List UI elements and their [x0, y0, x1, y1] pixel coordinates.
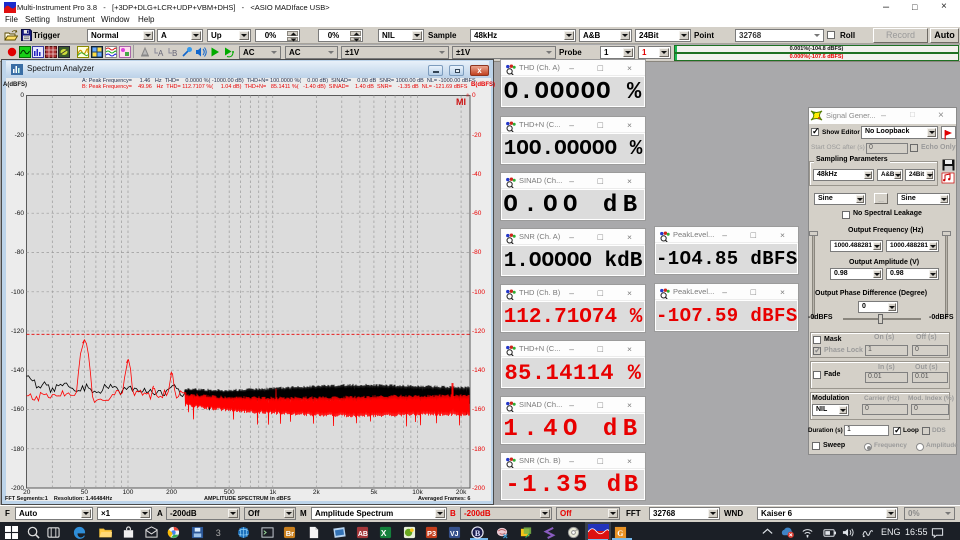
svg-text:AB: AB — [358, 531, 368, 538]
svg-text:P3: P3 — [427, 529, 436, 538]
svg-text:3: 3 — [216, 528, 221, 538]
svg-text:VJ: VJ — [450, 531, 459, 538]
svg-text:MI: MI — [456, 97, 466, 107]
svg-text:B: B — [475, 529, 481, 538]
svg-text:X: X — [381, 528, 387, 538]
svg-text:G: G — [617, 529, 623, 538]
svg-text:Br: Br — [286, 529, 294, 538]
